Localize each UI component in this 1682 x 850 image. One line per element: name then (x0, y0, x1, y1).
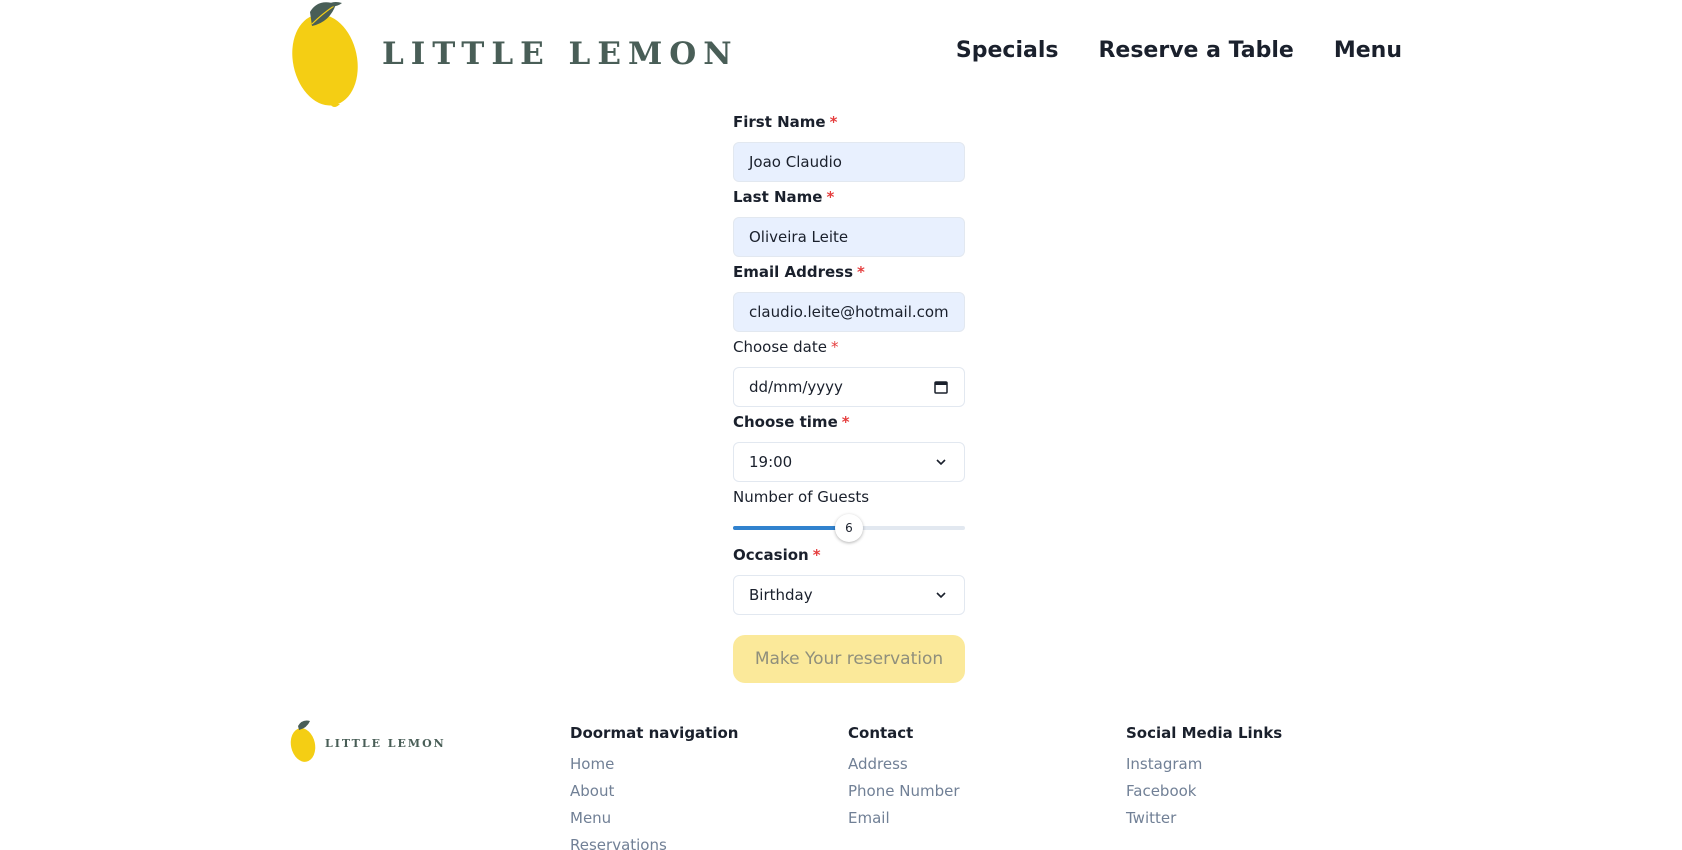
last-name-input[interactable]: Oliveira Leite (733, 217, 965, 257)
last-name-label: Last Name * (733, 185, 965, 209)
email-input[interactable]: claudio.leite@hotmail.com (733, 292, 965, 332)
first-name-input[interactable]: Joao Claudio (733, 142, 965, 182)
required-mark: * (812, 546, 821, 564)
first-name-value: Joao Claudio (749, 153, 842, 171)
time-value: 19:00 (749, 453, 793, 471)
time-label: Choose time * (733, 410, 965, 434)
guests-label-text: Number of Guests (733, 488, 870, 506)
footer-link-facebook[interactable]: Facebook (1126, 778, 1282, 805)
email-label: Email Address * (733, 260, 965, 284)
occasion-label-text: Occasion (733, 546, 809, 564)
date-placeholder: dd/mm/yyyy (749, 378, 843, 396)
footer-link-email[interactable]: Email (848, 805, 960, 832)
required-mark: * (826, 188, 835, 206)
nav-link-menu[interactable]: Menu (1334, 38, 1402, 63)
footer-link-instagram[interactable]: Instagram (1126, 751, 1282, 778)
date-label-text: Choose date (733, 338, 827, 356)
nav-link-specials[interactable]: Specials (956, 38, 1059, 63)
footer-link-menu[interactable]: Menu (570, 805, 738, 832)
footer: LITTLE LEMON Doormat navigation Home Abo… (0, 715, 1682, 850)
footer-doormat-heading: Doormat navigation (570, 724, 739, 742)
slider-thumb[interactable]: 6 (835, 514, 863, 542)
footer-contact-heading: Contact (848, 724, 914, 742)
footer-link-reservations[interactable]: Reservations (570, 832, 738, 850)
first-name-label: First Name * (733, 110, 965, 134)
footer-link-home[interactable]: Home (570, 751, 738, 778)
nav-link-reserve-table[interactable]: Reserve a Table (1098, 38, 1293, 63)
logo-text: LITTLE LEMON (382, 36, 739, 72)
footer-contact: Contact Address Phone Number Email (848, 723, 960, 832)
footer-logo[interactable]: LITTLE LEMON (290, 719, 460, 769)
date-input[interactable]: dd/mm/yyyy (733, 367, 965, 407)
lemon-icon (290, 720, 316, 762)
required-mark: * (829, 113, 838, 131)
footer-link-phone[interactable]: Phone Number (848, 778, 960, 805)
logo[interactable]: LITTLE LEMON (290, 0, 732, 110)
first-name-label-text: First Name (733, 113, 826, 131)
main-nav: Specials Reserve a Table Menu (956, 38, 1402, 63)
make-reservation-button[interactable]: Make Your reservation (733, 635, 965, 683)
footer-link-address[interactable]: Address (848, 751, 960, 778)
header: LITTLE LEMON Specials Reserve a Table Me… (0, 0, 1682, 110)
last-name-value: Oliveira Leite (749, 228, 849, 246)
email-label-text: Email Address (733, 263, 854, 281)
footer-social-heading: Social Media Links (1126, 724, 1283, 742)
reservation-form: First Name * Joao Claudio Last Name * Oliv… (733, 110, 965, 683)
occasion-label: Occasion * (733, 543, 965, 567)
calendar-icon[interactable] (933, 379, 949, 395)
page: LITTLE LEMON Specials Reserve a Table Me… (0, 0, 1682, 850)
occasion-value: Birthday (749, 586, 813, 604)
last-name-label-text: Last Name (733, 188, 823, 206)
footer-logo-text: LITTLE LEMON (325, 737, 446, 750)
lemon-icon (292, 2, 358, 107)
footer-doormat-nav: Doormat navigation Home About Menu Reser… (570, 723, 738, 850)
required-mark: * (857, 263, 865, 281)
chevron-down-icon (933, 587, 949, 603)
slider-fill (733, 526, 849, 530)
footer-link-twitter[interactable]: Twitter (1126, 805, 1282, 832)
email-value: claudio.leite@hotmail.com (749, 303, 949, 321)
footer-social: Social Media Links Instagram Facebook Tw… (1126, 723, 1282, 832)
footer-link-about[interactable]: About (570, 778, 738, 805)
time-select[interactable]: 19:00 (733, 442, 965, 482)
occasion-select[interactable]: Birthday (733, 575, 965, 615)
guests-slider[interactable]: 6 (733, 513, 965, 543)
guests-label: Number of Guests (733, 485, 965, 509)
required-mark: * (841, 413, 850, 431)
required-mark: * (830, 338, 839, 356)
time-label-text: Choose time (733, 413, 838, 431)
date-label: Choose date * (733, 335, 965, 359)
chevron-down-icon (933, 454, 949, 470)
